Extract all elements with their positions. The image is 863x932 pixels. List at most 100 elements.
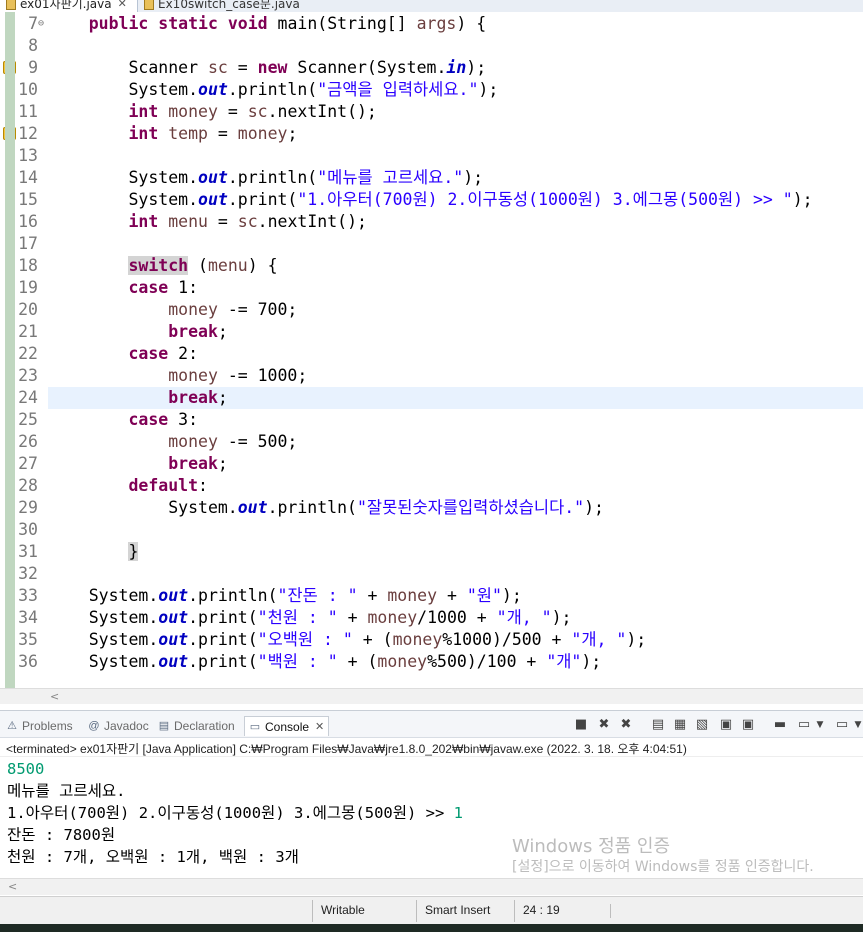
windows-taskbar	[0, 924, 863, 932]
code-token: 1:	[168, 278, 199, 297]
code-line[interactable]: 17	[0, 233, 863, 255]
editor-tab-bar: ex01자판기.java ✕ Ex10switch_case문.java	[0, 0, 863, 12]
chevron-down-icon[interactable]: ▼	[812, 717, 828, 733]
fold-toggle-icon[interactable]: ⊖	[38, 13, 44, 35]
tab-problems[interactable]: ⚠ Problems	[6, 716, 73, 736]
code-line[interactable]: 20 money -= 700;	[0, 299, 863, 321]
code-text: money -= 1000;	[49, 365, 307, 387]
code-token: %1000)/500 +	[442, 630, 572, 649]
code-line[interactable]: 25 case 3:	[0, 409, 863, 431]
code-line[interactable]: 7 ⊖ public static void main(String[] args…	[0, 13, 863, 35]
scroll-left-icon[interactable]: <	[50, 689, 59, 704]
code-token: =	[207, 124, 238, 143]
code-line[interactable]: 15 System.out.print("1.아우터(700원) 2.이구동성(…	[0, 189, 863, 211]
code-text: }	[49, 541, 139, 563]
console-horizontal-scrollbar[interactable]: <	[0, 878, 863, 895]
pin-console-icon[interactable]: ▬	[772, 717, 788, 733]
tab-console[interactable]: ▭ Console ✕	[244, 716, 330, 736]
code-line[interactable]: 33 System.out.println("잔돈 : " + money + …	[0, 585, 863, 607]
code-token: "금액을 입력하세요."	[317, 80, 479, 99]
code-line[interactable]: 28 default:	[0, 475, 863, 497]
code-line[interactable]: 8	[0, 35, 863, 57]
code-token: /1000 +	[417, 608, 497, 627]
code-token: switch	[128, 256, 189, 275]
code-line[interactable]: 32	[0, 563, 863, 585]
code-line[interactable]: 18 switch (menu) {	[0, 255, 863, 277]
code-line[interactable]: 22 case 2:	[0, 343, 863, 365]
remove-all-terminated-icon[interactable]: ✖	[618, 717, 634, 733]
show-on-output-icon[interactable]: ▣	[718, 717, 734, 733]
code-token: out	[158, 608, 189, 627]
status-separator	[610, 904, 611, 918]
status-insert-mode[interactable]: Smart Insert	[425, 903, 490, 917]
terminate-icon[interactable]: ■	[573, 717, 589, 733]
console-input-amount: 8500	[7, 760, 45, 778]
code-line[interactable]: 13	[0, 145, 863, 167]
code-line[interactable]: 14 System.out.println("메뉴를 고르세요.");	[0, 167, 863, 189]
code-line[interactable]: 16 int menu = sc.nextInt();	[0, 211, 863, 233]
code-line[interactable]: 30	[0, 519, 863, 541]
code-text: int money = sc.nextInt();	[49, 101, 376, 123]
line-number: 25	[18, 410, 38, 429]
scroll-left-icon[interactable]: <	[8, 879, 17, 895]
editor-tab-ex01[interactable]: ex01자판기.java ✕	[0, 0, 138, 12]
code-text: System.out.print("1.아우터(700원) 2.이구동성(100…	[49, 189, 812, 211]
editor-horizontal-scrollbar[interactable]: <	[0, 688, 863, 704]
code-line[interactable]: 19 case 1:	[0, 277, 863, 299]
show-on-error-icon[interactable]: ▣	[740, 717, 756, 733]
code-token: temp	[168, 124, 208, 143]
display-console-icon[interactable]: ▭	[796, 717, 812, 733]
tab-declaration[interactable]: ▤ Declaration	[158, 716, 235, 736]
remove-launch-icon[interactable]: ✖	[596, 717, 612, 733]
line-number: 13	[18, 146, 38, 165]
code-line[interactable]: 23 money -= 1000;	[0, 365, 863, 387]
code-line[interactable]: 24 break;	[0, 387, 863, 409]
console-breakdown: 천원 : 7개, 오백원 : 1개, 백원 : 3개	[7, 848, 299, 866]
chevron-down-icon[interactable]: ▼	[850, 717, 863, 733]
code-line[interactable]: 34 System.out.print("천원 : " + money/1000…	[0, 607, 863, 629]
status-cursor-position[interactable]: 24 : 19	[523, 903, 560, 917]
overview-ruler	[5, 12, 15, 688]
code-text: money -= 700;	[49, 299, 297, 321]
code-line[interactable]: 9 Scanner sc = new Scanner(System.in);	[0, 57, 863, 79]
code-token: System.	[49, 608, 159, 627]
line-number: 19	[18, 278, 38, 297]
code-token: break	[168, 322, 218, 341]
close-icon[interactable]: ✕	[118, 0, 127, 10]
close-icon[interactable]: ✕	[315, 720, 324, 733]
line-number: 35	[18, 630, 38, 649]
code-line[interactable]: 36 System.out.print("백원 : " + (money%500…	[0, 651, 863, 673]
code-token: System.	[49, 190, 199, 209]
code-line[interactable]: 35 System.out.print("오백원 : " + (money%10…	[0, 629, 863, 651]
word-wrap-icon[interactable]: ▧	[694, 717, 710, 733]
code-token: "오백원 : "	[257, 630, 353, 649]
code-text: System.out.println("잘못된숫자를입력하셨습니다.");	[49, 497, 604, 519]
code-line[interactable]: 21 break;	[0, 321, 863, 343]
code-editor[interactable]: 7 ⊖ public static void main(String[] args…	[0, 12, 863, 688]
code-line[interactable]: 27 break;	[0, 453, 863, 475]
clear-console-icon[interactable]: ▤	[650, 717, 666, 733]
code-token: =	[227, 58, 258, 77]
code-token: "개, "	[571, 630, 627, 649]
scroll-lock-icon[interactable]: ▦	[672, 717, 688, 733]
code-token: break	[168, 388, 218, 407]
code-token: money	[168, 432, 218, 451]
tab-javadoc[interactable]: @ Javadoc	[88, 716, 148, 736]
code-text: System.out.println("잔돈 : " + money + "원"…	[49, 585, 522, 607]
code-line[interactable]: 11 int money = sc.nextInt();	[0, 101, 863, 123]
code-line[interactable]: 31 }	[0, 541, 863, 563]
code-text: System.out.print("천원 : " + money/1000 + …	[49, 607, 572, 629]
code-line[interactable]: 26 money -= 500;	[0, 431, 863, 453]
code-line[interactable]: 29 System.out.println("잘못된숫자를입력하셨습니다.");	[0, 497, 863, 519]
code-token: +	[437, 586, 467, 605]
code-token: .print(	[188, 652, 258, 671]
code-line[interactable]: 12 int temp = money;	[0, 123, 863, 145]
open-console-icon[interactable]: ▭	[834, 717, 850, 733]
editor-tab-ex10[interactable]: Ex10switch_case문.java	[140, 0, 300, 12]
code-line[interactable]: 10 System.out.println("금액을 입력하세요.");	[0, 79, 863, 101]
